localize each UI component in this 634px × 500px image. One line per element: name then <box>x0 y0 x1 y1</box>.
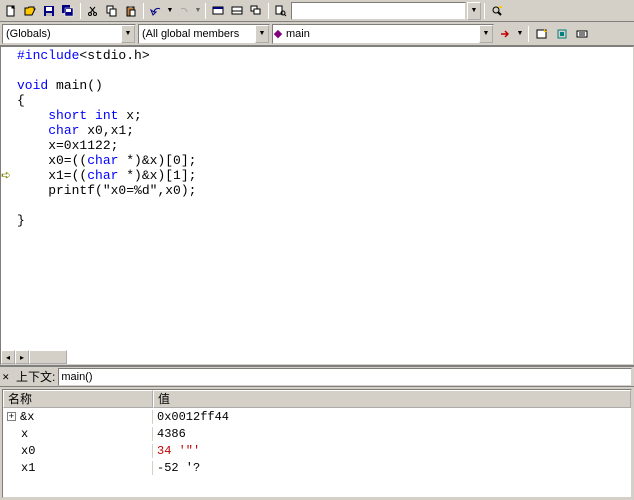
watch-var-name: x <box>21 427 28 441</box>
watch-row[interactable]: + &x 0x0012ff44 <box>3 408 631 425</box>
wizard-btn-2[interactable] <box>553 25 571 43</box>
cut-button[interactable] <box>84 2 102 20</box>
goto-dropdown[interactable]: ▼ <box>516 30 524 37</box>
wizard-bar: (Globals) ▼ (All global members ▼ ◆ main… <box>0 22 634 46</box>
watch-panel: ✕ 上下文: 名称 值 +&x0x0012ff44x4386x034 '"'x1… <box>0 365 634 500</box>
paste-button[interactable] <box>122 2 140 20</box>
toolbar-separator <box>143 3 144 19</box>
code-editor[interactable]: ➪ #include<stdio.h> void main(){ short i… <box>0 46 634 365</box>
new-file-button[interactable] <box>2 2 20 20</box>
toolbar-separator <box>484 3 485 19</box>
save-button[interactable] <box>40 2 58 20</box>
main-toolbar: ▼ ▼ ▼ <box>0 0 634 22</box>
watch-row[interactable]: x1 -52 '? <box>3 459 631 476</box>
output-button[interactable] <box>228 2 246 20</box>
editor-tab[interactable] <box>29 350 67 364</box>
function-combo[interactable]: ◆ main ▼ <box>272 24 494 44</box>
function-text: main <box>283 25 479 43</box>
redo-dropdown[interactable]: ▼ <box>194 7 202 14</box>
undo-dropdown[interactable]: ▼ <box>166 7 174 14</box>
watch-table: 名称 值 + &x 0x0012ff44 x 4386 x0 34 '"' x1 -52 '? <box>2 389 632 498</box>
scope-combo[interactable]: (Globals) ▼ <box>2 24 136 44</box>
find-in-files-button[interactable] <box>272 2 290 20</box>
context-label: 上下文: <box>16 368 55 385</box>
watch-var-name: x1 <box>21 461 35 475</box>
watch-var-value: 34 '"' <box>153 444 631 458</box>
watch-var-value: 0x0012ff44 <box>153 410 631 424</box>
watch-row[interactable]: x 4386 <box>3 425 631 442</box>
watch-var-value: 4386 <box>153 427 631 441</box>
watch-var-name: x0 <box>21 444 35 458</box>
watch-var-value: -52 '? <box>153 461 631 475</box>
copy-button[interactable] <box>103 2 121 20</box>
scope-arrow[interactable]: ▼ <box>121 25 135 43</box>
scroll-left-button[interactable]: ◂ <box>1 350 15 364</box>
workspace-button[interactable] <box>209 2 227 20</box>
watch-var-name: &x <box>20 410 34 424</box>
col-name-header[interactable]: 名称 <box>3 390 153 408</box>
code-content[interactable]: #include<stdio.h> void main(){ short int… <box>15 47 198 364</box>
toolbar-separator <box>80 3 81 19</box>
members-arrow[interactable]: ▼ <box>255 25 269 43</box>
redo-button[interactable] <box>175 2 193 20</box>
scroll-right-button[interactable]: ▸ <box>15 350 29 364</box>
toolbar-separator <box>205 3 206 19</box>
window-list-button[interactable] <box>247 2 265 20</box>
scope-text: (Globals) <box>3 25 121 43</box>
toolbar-separator <box>528 26 529 42</box>
members-text: (All global members <box>139 25 255 43</box>
execution-pointer-icon: ➪ <box>1 168 11 183</box>
function-bullet-icon: ◆ <box>273 25 283 43</box>
save-all-button[interactable] <box>59 2 77 20</box>
open-file-button[interactable] <box>21 2 39 20</box>
members-combo[interactable]: (All global members ▼ <box>138 24 270 44</box>
find-button[interactable] <box>488 2 506 20</box>
goto-button[interactable] <box>496 25 514 43</box>
watch-table-header: 名称 值 <box>3 390 631 408</box>
find-dropdown[interactable]: ▼ <box>467 2 481 20</box>
editor-tab-strip: ◂ ▸ <box>1 350 67 364</box>
find-input[interactable] <box>291 2 466 20</box>
watch-header: ✕ 上下文: <box>0 367 634 387</box>
editor-gutter: ➪ <box>1 47 15 364</box>
wizard-btn-1[interactable] <box>533 25 551 43</box>
context-input[interactable] <box>58 368 632 386</box>
expand-toggle[interactable]: + <box>7 412 16 421</box>
watch-row[interactable]: x0 34 '"' <box>3 442 631 459</box>
close-panel-button[interactable]: ✕ <box>2 372 12 382</box>
undo-button[interactable] <box>147 2 165 20</box>
function-arrow[interactable]: ▼ <box>479 25 493 43</box>
col-value-header[interactable]: 值 <box>153 390 631 408</box>
toolbar-separator <box>268 3 269 19</box>
wizard-btn-3[interactable] <box>573 25 591 43</box>
